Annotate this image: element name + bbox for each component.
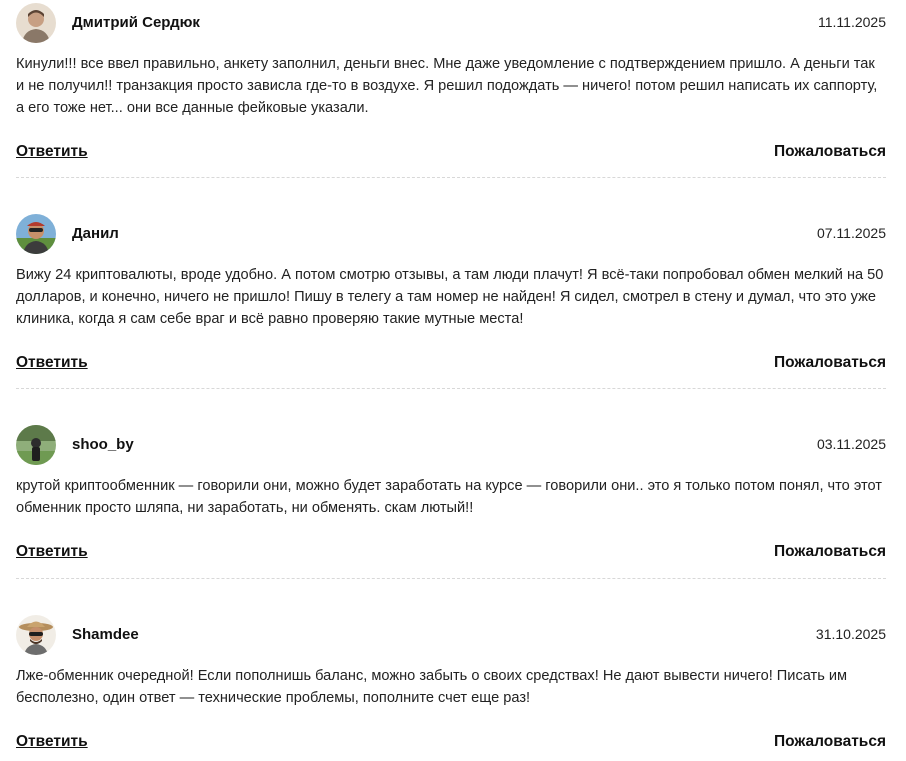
review-author: Дмитрий Сердюк <box>72 14 200 31</box>
review-author: shoo_by <box>72 436 134 453</box>
avatar[interactable] <box>16 425 56 465</box>
reply-button[interactable]: Ответить <box>16 354 88 372</box>
divider <box>16 177 886 178</box>
report-button[interactable]: Пожаловаться <box>774 733 886 751</box>
review-header: Дмитрий Сердюк 11.11.2025 <box>16 3 886 43</box>
review-header: shoo_by 03.11.2025 <box>16 425 886 465</box>
reply-button[interactable]: Ответить <box>16 143 88 161</box>
review-item: Shamdee 31.10.2025 Лже-обменник очередно… <box>16 615 886 755</box>
review-actions: Ответить Пожаловаться <box>16 543 886 565</box>
reply-button[interactable]: Ответить <box>16 543 88 561</box>
review-date: 11.11.2025 <box>818 14 886 30</box>
review-text: Лже-обменник очередной! Если пополнишь б… <box>16 668 848 706</box>
review-actions: Ответить Пожаловаться <box>16 143 886 165</box>
review-date: 07.11.2025 <box>816 225 886 241</box>
review-author: Данил <box>72 225 119 242</box>
review-text: крутой криптообменник — говорили они, мо… <box>16 478 882 516</box>
review-item: Данил 07.11.2025 Вижу 24 криптовалюты, в… <box>16 214 886 376</box>
review-actions: Ответить Пожаловаться <box>16 354 886 376</box>
review-header: Данил 07.11.2025 <box>16 214 886 254</box>
review-item: Дмитрий Сердюк 11.11.2025 Кинули!!! все … <box>16 3 886 165</box>
review-date: 31.10.2025 <box>815 626 886 642</box>
avatar[interactable] <box>16 214 56 254</box>
review-author: Shamdee <box>72 626 139 643</box>
reply-button[interactable]: Ответить <box>16 733 88 751</box>
review-date: 03.11.2025 <box>816 436 886 452</box>
reviews-list: Дмитрий Сердюк 11.11.2025 Кинули!!! все … <box>0 0 906 761</box>
divider <box>16 388 886 389</box>
divider <box>16 578 886 579</box>
review-actions: Ответить Пожаловаться <box>16 733 886 755</box>
report-button[interactable]: Пожаловаться <box>774 543 886 561</box>
avatar[interactable] <box>16 615 56 655</box>
avatar[interactable] <box>16 3 56 43</box>
report-button[interactable]: Пожаловаться <box>774 143 886 161</box>
review-text: Вижу 24 криптовалюты, вроде удобно. А по… <box>16 267 884 327</box>
review-text: Кинули!!! все ввел правильно, анкету зап… <box>16 56 878 116</box>
report-button[interactable]: Пожаловаться <box>774 354 886 372</box>
review-item: shoo_by 03.11.2025 крутой криптообменник… <box>16 425 886 565</box>
review-header: Shamdee 31.10.2025 <box>16 615 886 655</box>
